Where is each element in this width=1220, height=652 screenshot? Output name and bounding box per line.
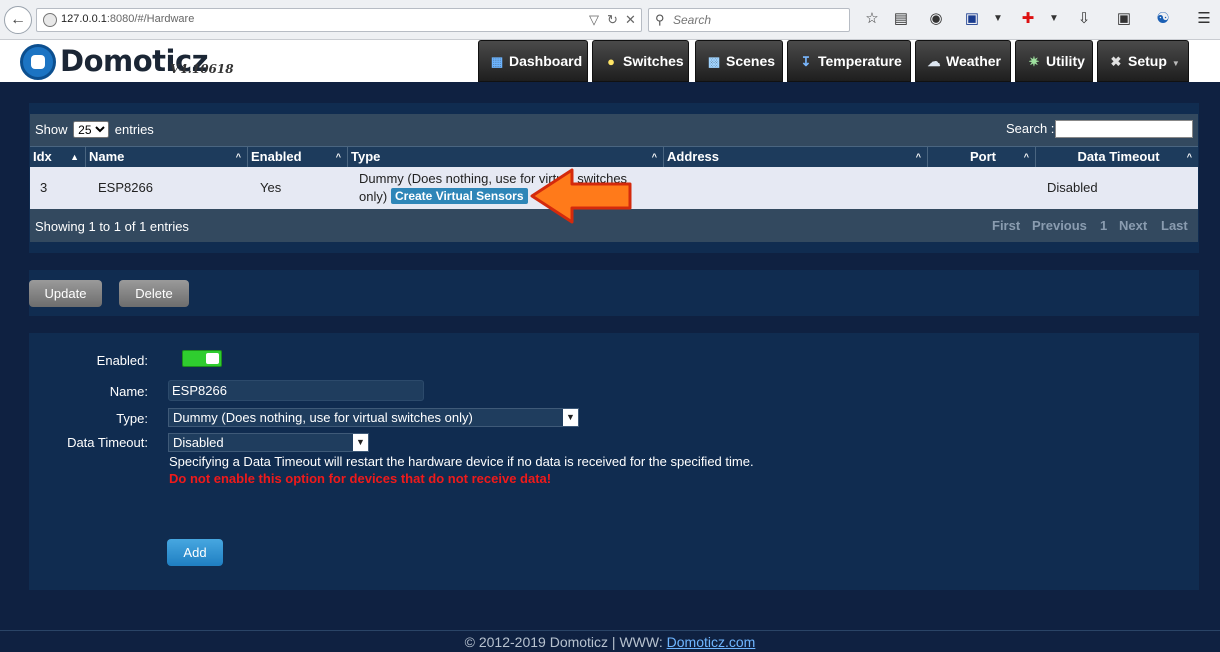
data-timeout-value: Disabled — [173, 435, 224, 450]
pocket-icon[interactable]: ◉ — [926, 9, 946, 29]
chevron-down-icon: ▼ — [563, 409, 578, 426]
pager-previous[interactable]: Previous — [1032, 216, 1087, 236]
column-header-type[interactable]: Type ^ — [348, 147, 664, 168]
tools-icon: ✖ — [1110, 54, 1122, 69]
column-header-name[interactable]: Name ^ — [86, 147, 248, 168]
nav-temperature[interactable]: ↧ Temperature — [787, 40, 911, 82]
app-version: V4.10618 — [170, 62, 234, 76]
column-header-port[interactable]: Port ^ — [928, 147, 1036, 168]
table-header: Idx ▲ Name ^ Enabled ^ Type ^ Address ^ Port ^… — [30, 146, 1198, 168]
create-virtual-sensors-button[interactable]: Create Virtual Sensors — [391, 188, 528, 204]
column-header-address[interactable]: Address ^ — [664, 147, 928, 168]
row-enabled: Yes — [260, 180, 282, 195]
globe-icon — [43, 13, 57, 27]
column-header-idx[interactable]: Idx ▲ — [30, 147, 86, 168]
utility-icon: ✷ — [1028, 54, 1040, 69]
dashboard-icon: ▦ — [490, 54, 504, 69]
data-timeout-warning: Do not enable this option for devices th… — [169, 471, 552, 486]
browser-search-input[interactable] — [673, 12, 843, 28]
url-text: 127.0.0.1:8080/#/Hardware — [61, 13, 195, 25]
table-search-input[interactable] — [1055, 120, 1193, 138]
update-button[interactable]: Update — [29, 280, 102, 307]
search-icon: ⚲ — [655, 12, 665, 27]
sort-icon: ^ — [651, 152, 657, 162]
entries-label: entries — [114, 122, 154, 137]
star-icon[interactable]: ☆ — [862, 9, 882, 29]
domoticz-logo-icon — [20, 44, 56, 80]
data-timeout-label: Data Timeout: — [67, 435, 148, 450]
sort-icon: ^ — [915, 152, 921, 162]
nav-setup[interactable]: ✖ Setup ▼ — [1097, 40, 1189, 82]
row-type-line2: only) — [359, 189, 388, 204]
reading-list-icon[interactable]: ▤ — [891, 9, 911, 29]
name-label: Name: — [109, 384, 148, 399]
dropdown-icon[interactable]: ▽ — [589, 12, 599, 28]
nav-switches[interactable]: ● Switches — [592, 40, 689, 82]
browser-search[interactable]: ⚲ — [648, 8, 850, 32]
arrow-annotation-icon — [530, 168, 632, 224]
menu-icon[interactable]: ☰ — [1194, 9, 1214, 29]
thermometer-icon: ↧ — [800, 54, 812, 69]
sync-icon[interactable]: ☯ — [1153, 9, 1173, 29]
type-label: Type: — [116, 411, 148, 426]
pager-last[interactable]: Last — [1161, 216, 1188, 236]
back-icon[interactable]: ← — [4, 6, 32, 34]
data-timeout-hint: Specifying a Data Timeout will restart t… — [169, 454, 754, 469]
address-bar[interactable]: 127.0.0.1:8080/#/Hardware ▽ ↻ ✕ — [36, 8, 642, 32]
page-footer: © 2012-2019 Domoticz | WWW: Domoticz.com — [0, 630, 1220, 652]
show-label: Show — [35, 122, 68, 137]
sort-icon: ^ — [1186, 152, 1192, 162]
download-icon[interactable]: ⇩ — [1074, 9, 1094, 29]
nav-utility[interactable]: ✷ Utility — [1015, 40, 1093, 82]
addon-icon[interactable]: ✚ — [1018, 9, 1038, 29]
app-header: Domoticz V4.10618 ▦ Dashboard ● Switches ▩… — [0, 40, 1220, 82]
nav-dashboard[interactable]: ▦ Dashboard — [478, 40, 588, 82]
sort-icon: ^ — [335, 152, 341, 162]
screenshot-icon[interactable]: ▣ — [1114, 9, 1134, 29]
browser-toolbar: ← 127.0.0.1:8080/#/Hardware ▽ ↻ ✕ ⚲ ☆ ▤ … — [0, 0, 1220, 40]
type-select[interactable]: Dummy (Does nothing, use for virtual swi… — [168, 408, 579, 427]
reload-icon[interactable]: ↻ — [607, 12, 618, 28]
table-search-label: Search : — [1006, 121, 1055, 136]
enabled-toggle[interactable] — [182, 350, 222, 367]
footer-link[interactable]: Domoticz.com — [667, 634, 756, 650]
column-header-enabled[interactable]: Enabled ^ — [248, 147, 348, 168]
table-info: Showing 1 to 1 of 1 entries — [35, 219, 189, 234]
addon-dropdown-icon[interactable]: ▼ — [1044, 9, 1064, 29]
name-input[interactable]: ESP8266 — [168, 380, 424, 401]
weather-icon: ☁ — [927, 54, 941, 69]
page-length-control: Show 25 entries — [35, 121, 154, 138]
nav-scenes[interactable]: ▩ Scenes — [695, 40, 783, 82]
column-header-data-timeout[interactable]: Data Timeout ^ — [1036, 147, 1198, 168]
add-button[interactable]: Add — [167, 539, 223, 566]
sort-asc-icon: ▲ — [70, 152, 79, 162]
sort-icon: ^ — [1023, 152, 1029, 162]
row-name: ESP8266 — [98, 180, 153, 195]
save-dropdown-icon[interactable]: ▼ — [988, 9, 1008, 29]
chevron-down-icon: ▼ — [1171, 59, 1180, 68]
close-icon[interactable]: ✕ — [625, 12, 636, 28]
pager-page[interactable]: 1 — [1100, 216, 1107, 236]
sort-icon: ^ — [235, 152, 241, 162]
lightbulb-icon: ● — [607, 54, 615, 69]
delete-button[interactable]: Delete — [119, 280, 189, 307]
pager-first[interactable]: First — [992, 216, 1020, 236]
scenes-icon: ▩ — [707, 54, 721, 69]
nav-weather[interactable]: ☁ Weather — [915, 40, 1011, 82]
table-controls: Show 25 entries Search : — [30, 114, 1198, 146]
data-timeout-select[interactable]: Disabled ▼ — [168, 433, 369, 452]
chevron-down-icon: ▼ — [353, 434, 368, 451]
entries-select[interactable]: 25 — [73, 121, 110, 138]
type-select-value: Dummy (Does nothing, use for virtual swi… — [173, 410, 473, 425]
enabled-label: Enabled: — [96, 353, 148, 368]
row-data-timeout: Disabled — [1047, 180, 1098, 195]
save-icon[interactable]: ▣ — [962, 9, 982, 29]
row-idx: 3 — [40, 180, 48, 195]
pager-next[interactable]: Next — [1119, 216, 1147, 236]
footer-text: © 2012-2019 Domoticz | WWW: — [464, 634, 667, 650]
actions-panel — [29, 270, 1199, 316]
